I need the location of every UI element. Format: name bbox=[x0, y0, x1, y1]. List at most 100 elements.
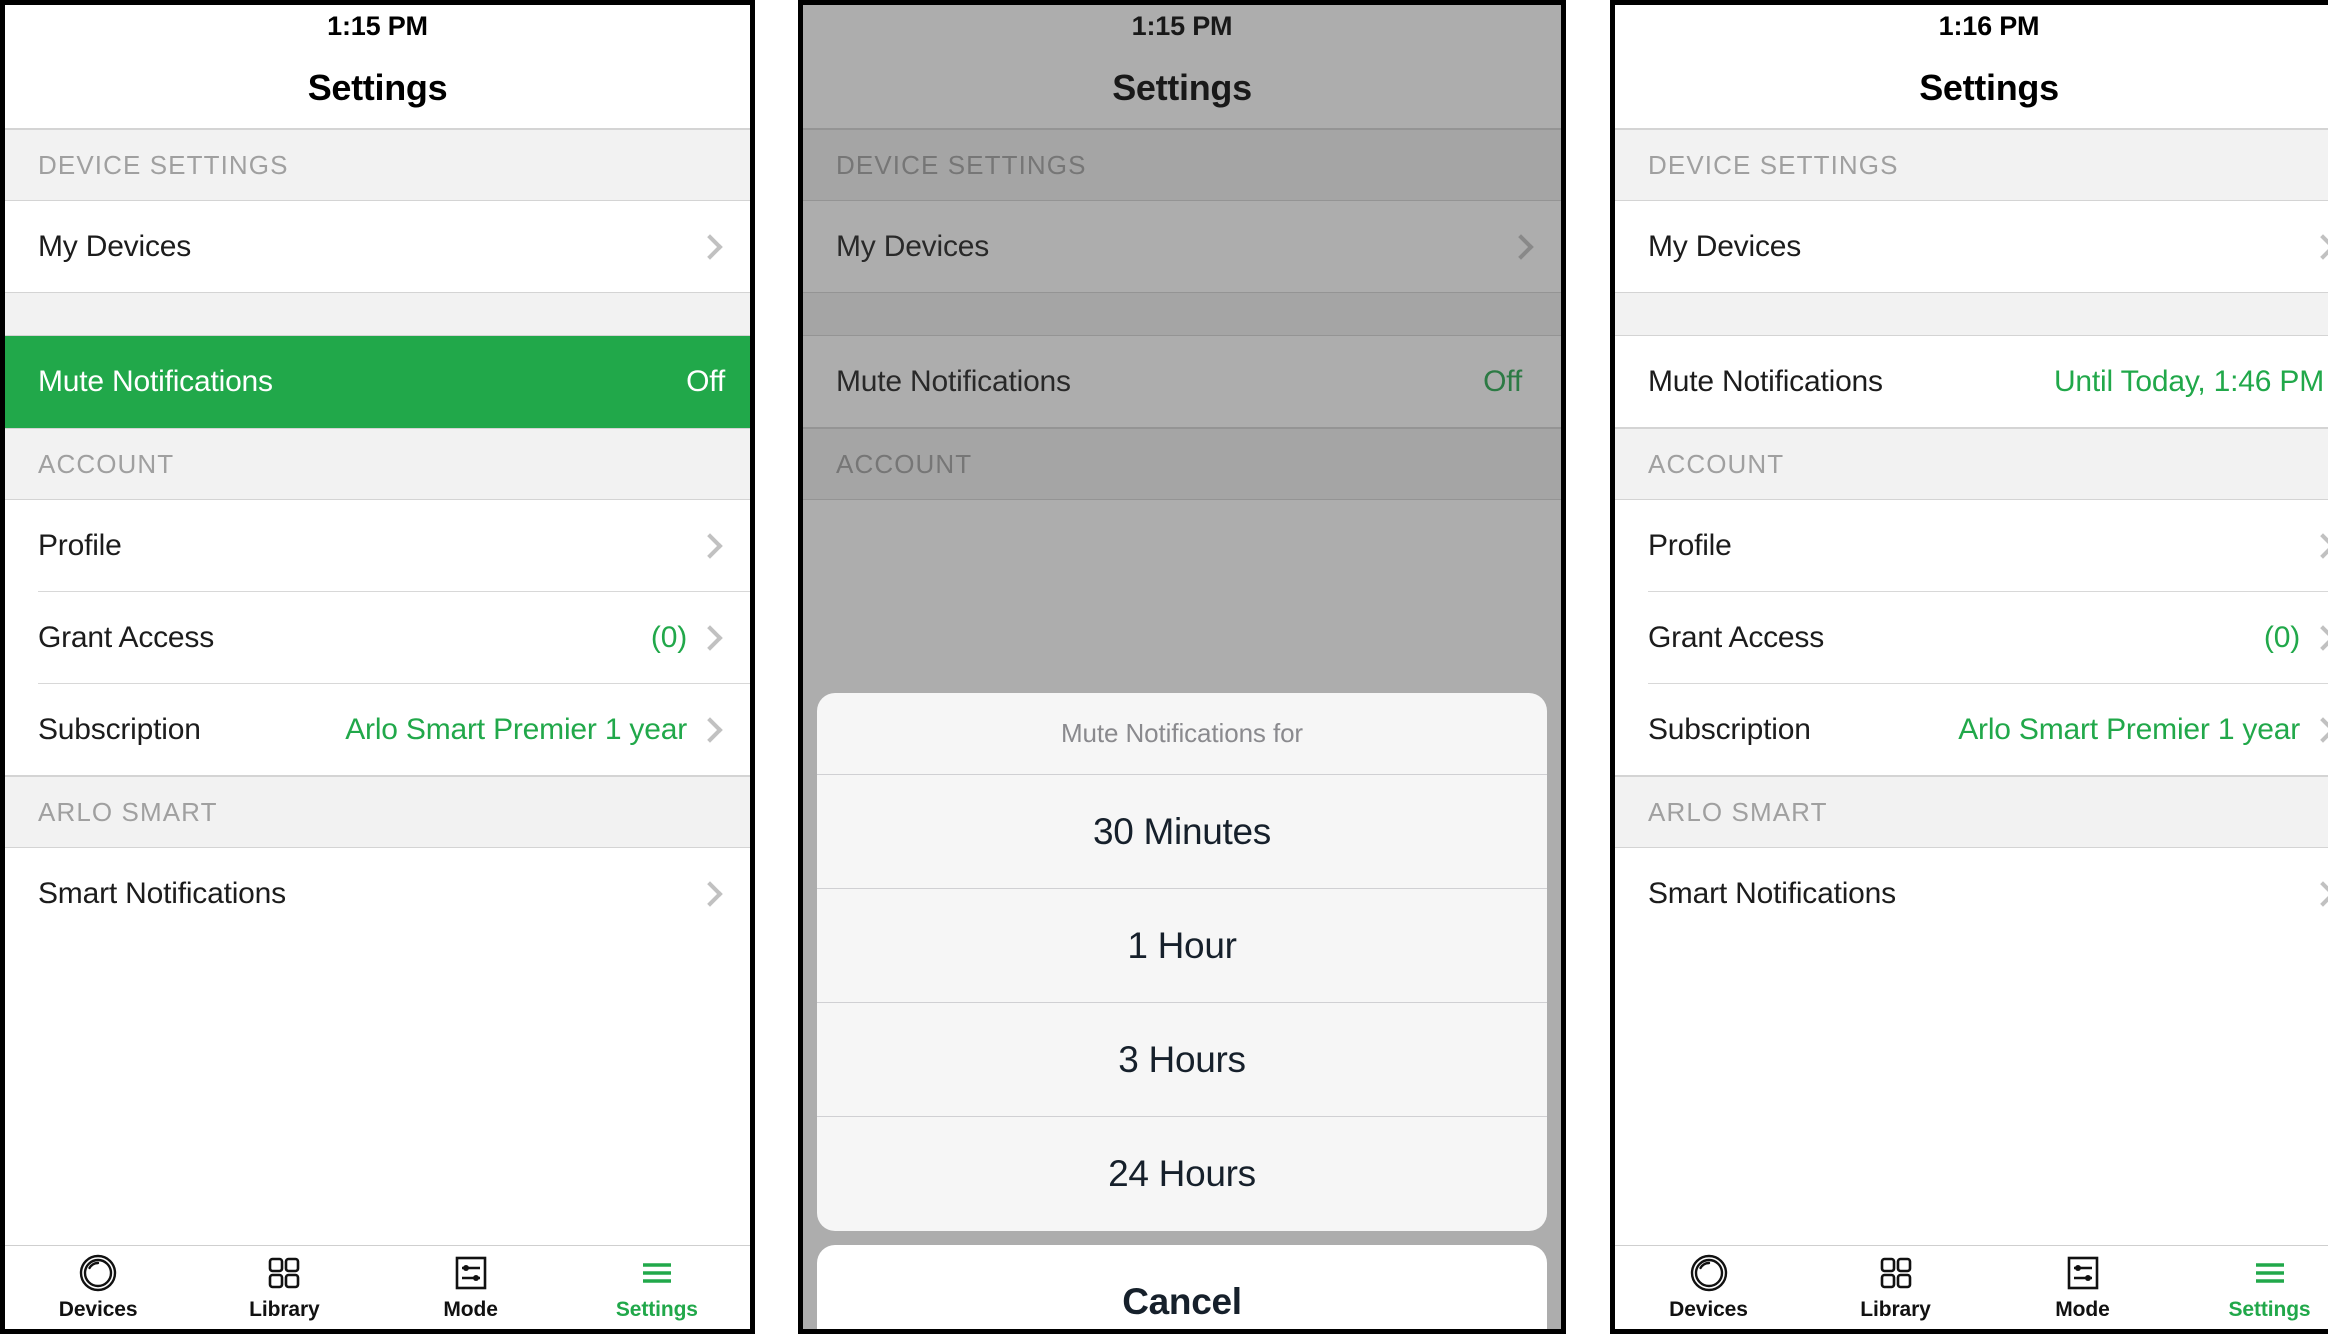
section-header-label: ACCOUNT bbox=[836, 448, 973, 479]
row-label: Smart Notifications bbox=[38, 877, 286, 910]
row-label: Grant Access bbox=[1648, 621, 1825, 654]
row-label: Profile bbox=[38, 529, 122, 562]
page-title: Settings bbox=[1112, 66, 1252, 108]
three-panel-screenshot: 1:15 PM Settings DEVICE SETTINGS My Devi… bbox=[0, 0, 2328, 1334]
status-clock: 1:15 PM bbox=[327, 10, 428, 41]
phone-panel-action-sheet: 1:15 PM Settings DEVICE SETTINGS My Devi… bbox=[798, 0, 1566, 1334]
settings-list[interactable]: DEVICE SETTINGS My Devices Mute Notifica… bbox=[1615, 129, 2328, 1245]
row-value: Until Today, 1:46 PM bbox=[2053, 365, 2324, 398]
tab-label: Settings bbox=[615, 1298, 698, 1321]
tab-label: Devices bbox=[58, 1298, 138, 1321]
row-profile[interactable]: Profile bbox=[1615, 500, 2328, 592]
row-grant-access[interactable]: Grant Access (0) bbox=[5, 592, 750, 684]
status-bar: 1:16 PM bbox=[1615, 5, 2328, 47]
nav-bar: Settings bbox=[5, 47, 750, 129]
tab-settings[interactable]: Settings bbox=[2176, 1246, 2328, 1329]
section-header-label: ACCOUNT bbox=[1648, 448, 1785, 479]
chevron-right-icon bbox=[2310, 717, 2328, 743]
row-smart-notifications[interactable]: Smart Notifications bbox=[5, 848, 750, 940]
section-header-label: ARLO SMART bbox=[38, 796, 218, 827]
section-header-account: ACCOUNT bbox=[1615, 428, 2328, 500]
row-smart-notifications[interactable]: Smart Notifications bbox=[1615, 848, 2328, 940]
tab-mode[interactable]: Mode bbox=[1989, 1246, 2176, 1329]
section-spacer bbox=[5, 293, 750, 336]
screen-muted: 1:16 PM Settings DEVICE SETTINGS My Devi… bbox=[1615, 5, 2328, 1329]
tab-library[interactable]: Library bbox=[191, 1246, 377, 1329]
action-sheet-option-30-minutes[interactable]: 30 Minutes bbox=[817, 775, 1547, 889]
row-my-devices[interactable]: My Devices bbox=[1615, 201, 2328, 293]
action-sheet-title: Mute Notifications for bbox=[817, 693, 1547, 775]
tab-label: Settings bbox=[2228, 1298, 2311, 1321]
cancel-button[interactable]: Cancel bbox=[817, 1245, 1547, 1329]
row-value: Off bbox=[1483, 365, 1522, 398]
section-header-label: ARLO SMART bbox=[1648, 796, 1828, 827]
section-header-device-settings: DEVICE SETTINGS bbox=[5, 129, 750, 201]
sliders-icon bbox=[2067, 1256, 2098, 1290]
tab-devices[interactable]: Devices bbox=[1615, 1246, 1802, 1329]
tab-label: Mode bbox=[443, 1298, 498, 1321]
row-mute-notifications[interactable]: Mute Notifications Off bbox=[5, 336, 750, 428]
row-value: Arlo Smart Premier 1 year bbox=[1958, 713, 2300, 746]
row-placeholder bbox=[803, 500, 1561, 592]
status-bar: 1:15 PM bbox=[5, 5, 750, 47]
row-profile[interactable]: Profile bbox=[5, 500, 750, 592]
status-clock: 1:15 PM bbox=[1131, 10, 1233, 41]
section-header-account: ACCOUNT bbox=[803, 428, 1561, 500]
phone-panel-muted: 1:16 PM Settings DEVICE SETTINGS My Devi… bbox=[1610, 0, 2328, 1334]
nav-bar: Settings bbox=[1615, 47, 2328, 129]
action-sheet-group[interactable]: Mute Notifications for 30 Minutes 1 Hour… bbox=[817, 693, 1547, 1231]
section-header-label: DEVICE SETTINGS bbox=[836, 149, 1087, 180]
section-header-account: ACCOUNT bbox=[5, 428, 750, 500]
action-sheet-option-3-hours[interactable]: 3 Hours bbox=[817, 1003, 1547, 1117]
chevron-right-icon bbox=[697, 625, 723, 651]
section-header-arlo-smart: ARLO SMART bbox=[1615, 776, 2328, 848]
section-header-device-settings: DEVICE SETTINGS bbox=[1615, 129, 2328, 201]
chevron-right-icon bbox=[697, 881, 723, 907]
section-header-label: DEVICE SETTINGS bbox=[38, 149, 289, 180]
row-label: My Devices bbox=[836, 230, 990, 263]
hamburger-icon bbox=[2255, 1263, 2284, 1283]
tab-bar[interactable]: Devices Library Mode Settings bbox=[1615, 1245, 2328, 1329]
camera-lens-icon bbox=[79, 1254, 117, 1292]
tab-library[interactable]: Library bbox=[1802, 1246, 1989, 1329]
sliders-icon bbox=[455, 1256, 486, 1290]
row-value: (0) bbox=[2263, 621, 2300, 654]
tab-label: Devices bbox=[1669, 1298, 1748, 1321]
action-sheet-option-24-hours[interactable]: 24 Hours bbox=[817, 1117, 1547, 1231]
row-subscription[interactable]: Subscription Arlo Smart Premier 1 year bbox=[1615, 684, 2328, 776]
row-label: Subscription bbox=[38, 713, 201, 746]
action-sheet[interactable]: Mute Notifications for 30 Minutes 1 Hour… bbox=[817, 693, 1547, 1329]
row-label: Smart Notifications bbox=[1648, 877, 1896, 910]
row-label: My Devices bbox=[38, 230, 192, 263]
hamburger-icon bbox=[642, 1263, 671, 1283]
section-header-arlo-smart: ARLO SMART bbox=[5, 776, 750, 848]
tab-bar[interactable]: Devices Library Mode Settings bbox=[5, 1245, 750, 1329]
tab-mode[interactable]: Mode bbox=[378, 1246, 564, 1329]
chevron-right-icon bbox=[697, 533, 723, 559]
row-label: Mute Notifications bbox=[836, 365, 1071, 398]
chevron-right-icon bbox=[697, 234, 723, 260]
row-label: Subscription bbox=[1648, 713, 1811, 746]
row-subscription[interactable]: Subscription Arlo Smart Premier 1 year bbox=[5, 684, 750, 776]
settings-list[interactable]: DEVICE SETTINGS My Devices Mute Notifica… bbox=[5, 129, 750, 1245]
action-sheet-option-1-hour[interactable]: 1 Hour bbox=[817, 889, 1547, 1003]
page-title: Settings bbox=[307, 66, 448, 108]
grid-icon bbox=[1880, 1257, 1911, 1289]
row-mute-notifications[interactable]: Mute Notifications Until Today, 1:46 PM bbox=[1615, 336, 2328, 428]
nav-bar: Settings bbox=[803, 47, 1561, 129]
row-grant-access[interactable]: Grant Access (0) bbox=[1615, 592, 2328, 684]
tab-devices[interactable]: Devices bbox=[5, 1246, 191, 1329]
row-label: My Devices bbox=[1648, 230, 1802, 263]
tab-settings[interactable]: Settings bbox=[564, 1246, 750, 1329]
status-clock: 1:16 PM bbox=[1938, 10, 2040, 41]
row-my-devices[interactable]: My Devices bbox=[5, 201, 750, 293]
row-label: Mute Notifications bbox=[38, 365, 273, 398]
row-value: (0) bbox=[650, 621, 687, 654]
row-label: Profile bbox=[1648, 529, 1732, 562]
section-header-label: ACCOUNT bbox=[38, 448, 175, 479]
status-bar: 1:15 PM bbox=[803, 5, 1561, 47]
row-label: Grant Access bbox=[38, 621, 215, 654]
tab-label: Mode bbox=[2055, 1298, 2110, 1321]
row-value: Arlo Smart Premier 1 year bbox=[345, 713, 687, 746]
screen-action-sheet: 1:15 PM Settings DEVICE SETTINGS My Devi… bbox=[803, 5, 1561, 1329]
